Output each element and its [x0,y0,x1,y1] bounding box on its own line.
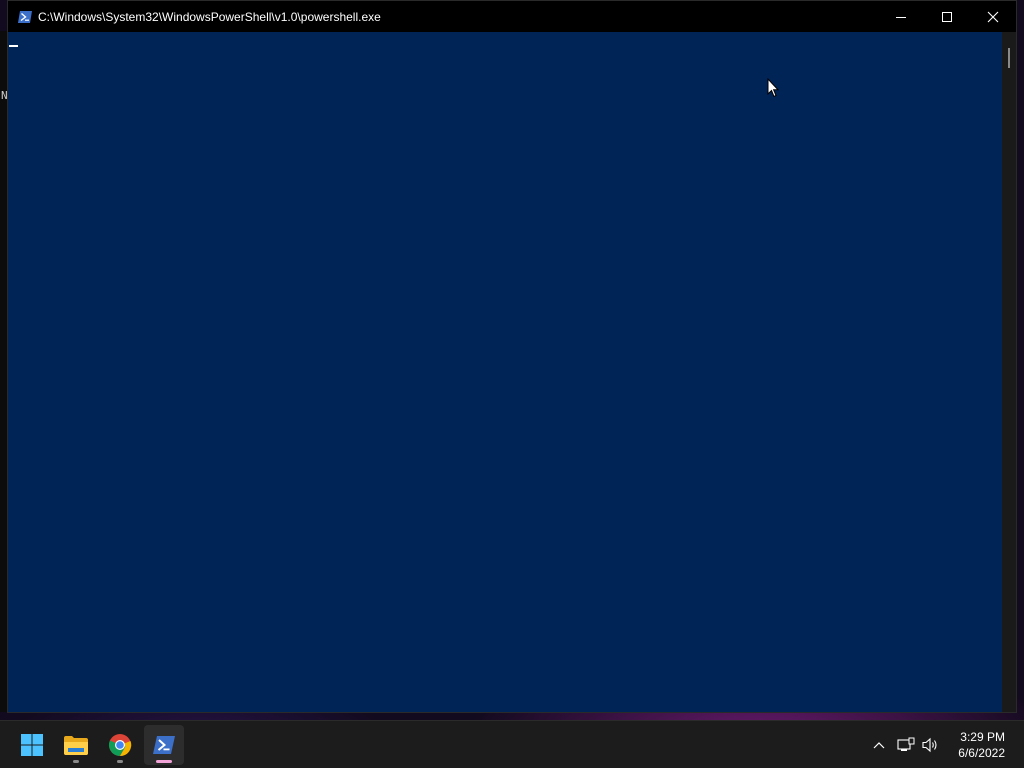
minimize-icon [896,16,906,18]
scrollbar-thumb[interactable] [1008,48,1010,68]
show-hidden-icons-button[interactable] [868,721,890,768]
network-icon [897,737,915,751]
taskbar-file-explorer[interactable] [56,725,96,765]
powershell-icon [17,9,33,25]
minimize-button[interactable] [878,1,924,32]
vertical-scrollbar[interactable] [1002,32,1016,712]
clock-date: 6/6/2022 [958,746,1005,760]
maximize-icon [942,11,952,22]
network-button[interactable] [894,721,918,768]
chrome-icon [109,734,132,757]
running-indicator [73,760,79,763]
volume-button[interactable] [920,721,942,768]
text-cursor [9,45,18,47]
close-button[interactable] [970,1,1016,32]
title-bar[interactable]: C:\Windows\System32\WindowsPowerShell\v1… [8,1,1016,32]
running-indicator [117,760,123,763]
caption-buttons [878,1,1016,32]
volume-icon [922,737,937,753]
window-title: C:\Windows\System32\WindowsPowerShell\v1… [38,9,381,24]
mouse-pointer-icon [767,78,779,98]
start-button[interactable] [12,725,52,765]
chevron-up-icon [873,742,885,749]
clock-time: 3:29 PM [960,730,1005,744]
folder-icon [64,736,88,755]
taskbar-clock[interactable]: 3:29 PM 6/6/2022 [958,729,1005,761]
console-area[interactable] [8,32,1002,712]
powershell-icon [153,736,175,754]
taskbar-powershell[interactable] [144,725,184,765]
active-indicator [156,760,172,763]
close-icon [987,11,999,22]
windows-logo-icon [21,734,43,756]
taskbar-chrome[interactable] [100,725,140,765]
taskbar: 3:29 PM 6/6/2022 [0,720,1024,768]
maximize-button[interactable] [924,1,970,32]
powershell-window[interactable]: C:\Windows\System32\WindowsPowerShell\v1… [7,0,1017,713]
